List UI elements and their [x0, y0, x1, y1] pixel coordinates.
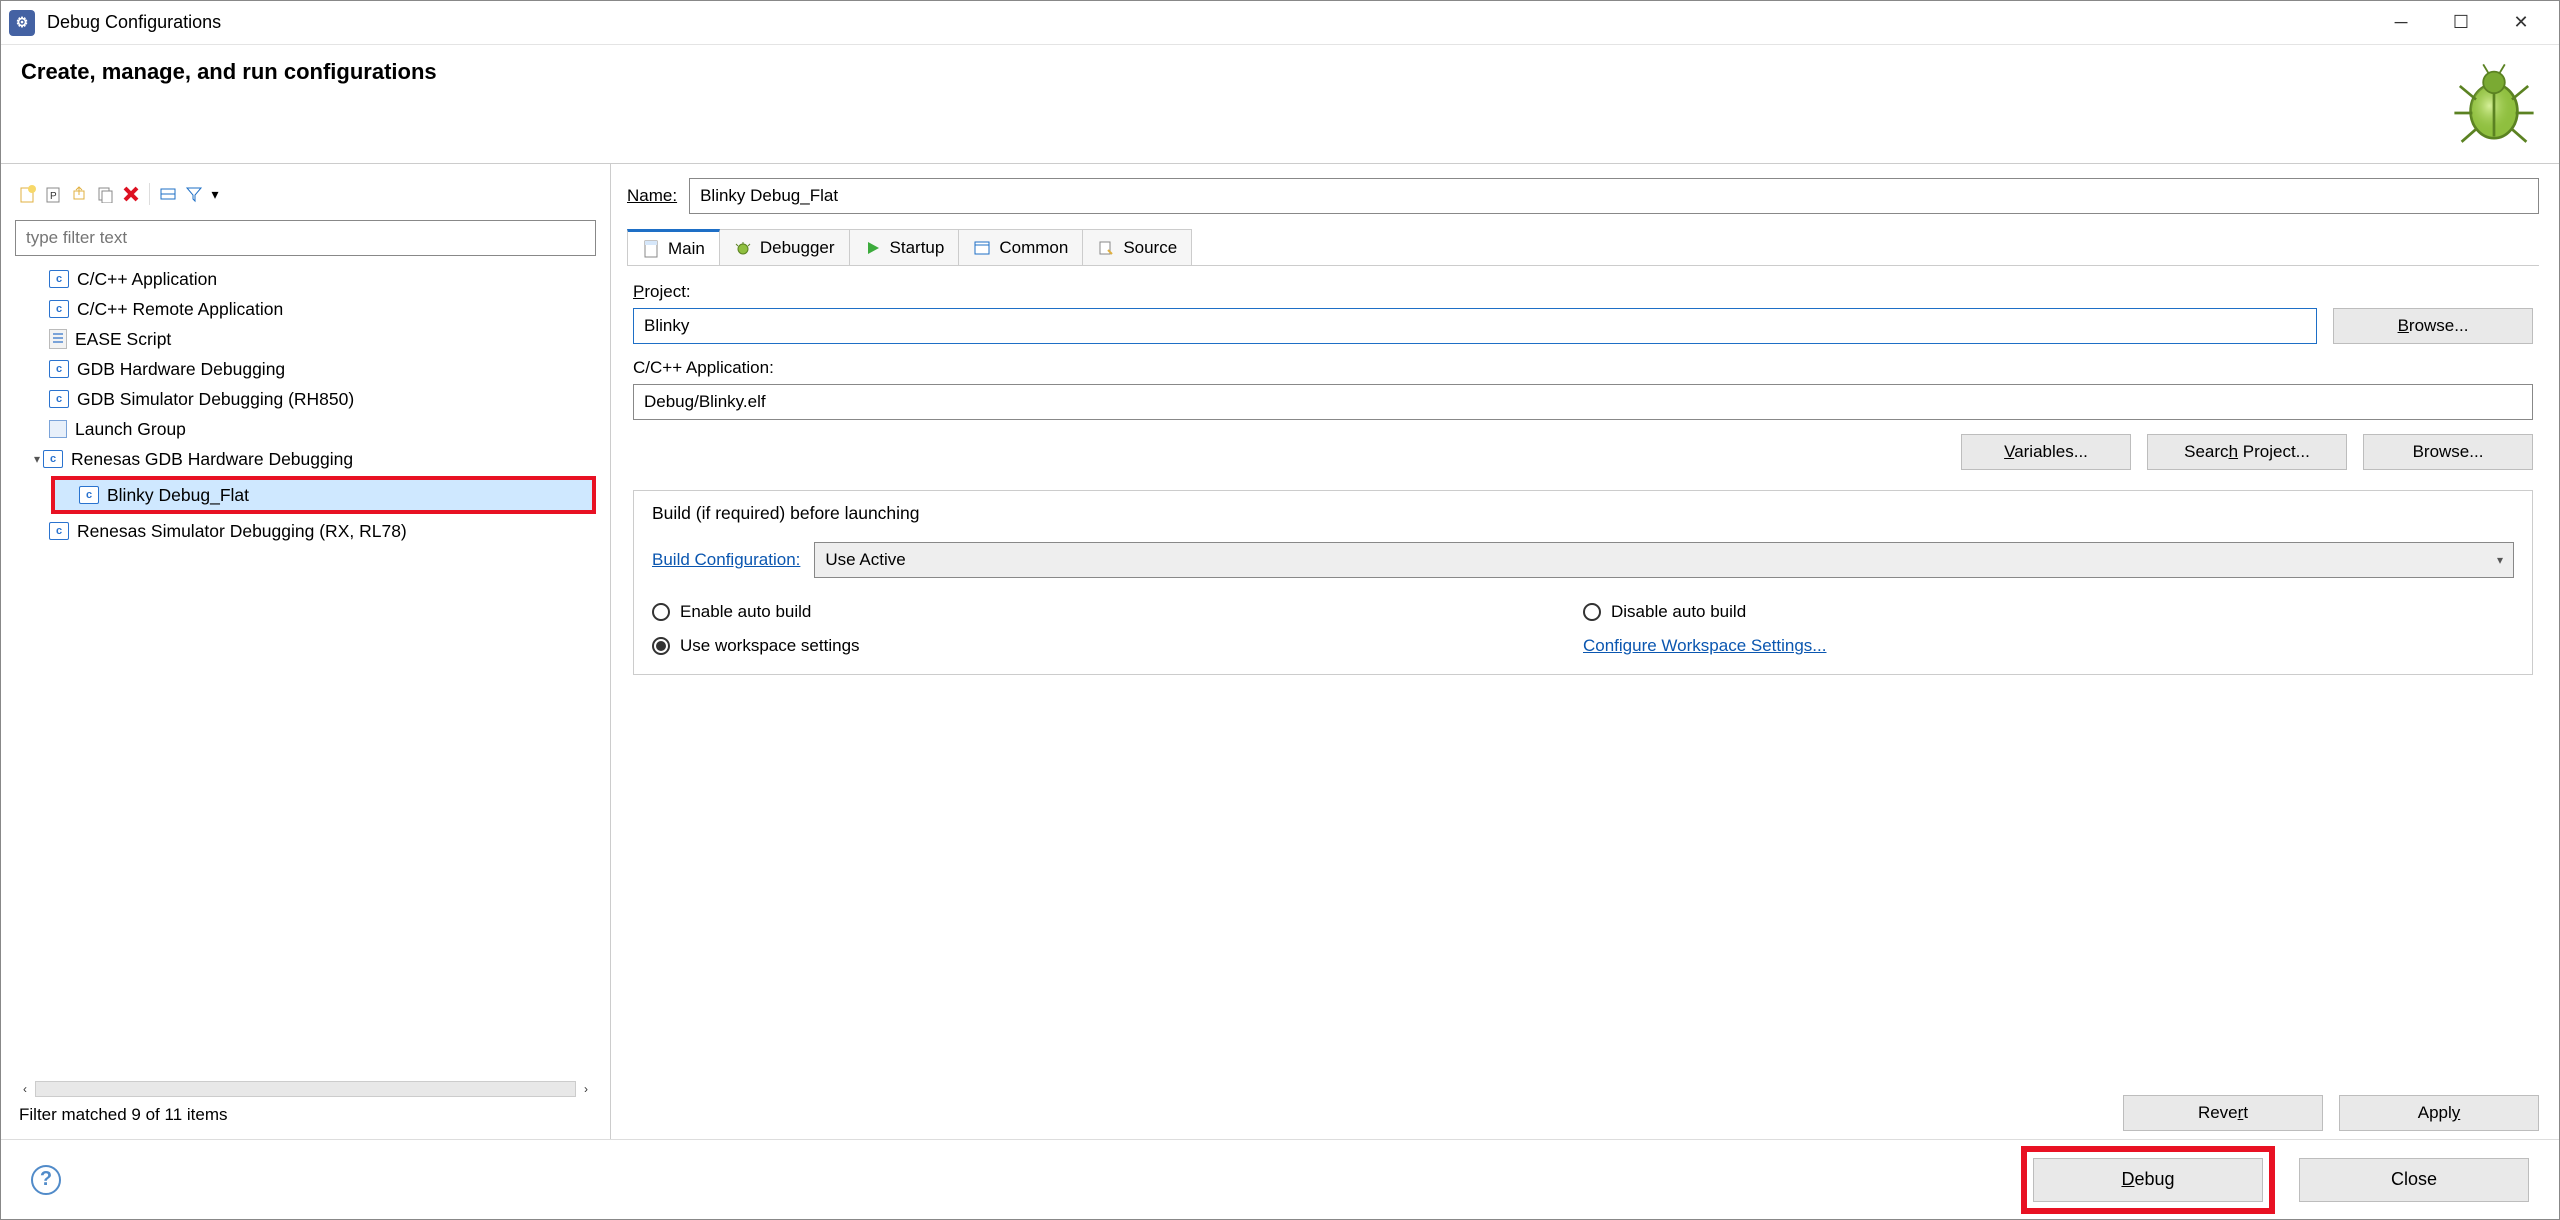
dialog-body: P ▾ cC/C++ Application cC/C++ Remote App… — [1, 164, 2559, 1139]
debug-button[interactable]: Debug — [2033, 1158, 2263, 1202]
collapse-all-button[interactable] — [156, 182, 180, 206]
toolbar-separator — [149, 183, 150, 205]
radio-disable-auto-build[interactable]: Disable auto build — [1583, 602, 2514, 622]
script-icon — [49, 329, 67, 349]
footer: ? Debug Close — [1, 1139, 2559, 1219]
dialog-window: ⚙ Debug Configurations ─ ☐ ✕ Create, man… — [0, 0, 2560, 1220]
filter-button[interactable] — [182, 182, 206, 206]
filter-menu-button[interactable]: ▾ — [208, 182, 222, 206]
tree-item-launch-group[interactable]: Launch Group — [15, 414, 596, 444]
project-input[interactable] — [633, 308, 2317, 344]
tree-item-ease-script[interactable]: EASE Script — [15, 324, 596, 354]
application-label: C/C++ Application: — [633, 358, 2533, 378]
build-config-row: Build Configuration: Use Active ▾ — [652, 542, 2514, 578]
c-icon: c — [49, 300, 69, 318]
export-button[interactable] — [67, 182, 91, 206]
c-icon: c — [49, 390, 69, 408]
config-toolbar: P ▾ — [15, 178, 596, 210]
scroll-right-icon[interactable]: › — [576, 1082, 596, 1096]
tree-item-renesas-gdb[interactable]: ▾cRenesas GDB Hardware Debugging — [15, 444, 596, 474]
browse-application-button[interactable]: Browse... — [2363, 434, 2533, 470]
maximize-button[interactable]: ☐ — [2451, 13, 2471, 33]
revert-button[interactable]: Revert — [2123, 1095, 2323, 1131]
minimize-button[interactable]: ─ — [2391, 13, 2411, 33]
tree-horizontal-scrollbar[interactable]: ‹ › — [15, 1079, 596, 1099]
c-icon: c — [43, 450, 63, 468]
chevron-down-icon: ▾ — [2497, 553, 2503, 567]
name-label: Name: — [627, 186, 677, 206]
tab-main[interactable]: Main — [627, 229, 720, 265]
tree-item-renesas-sim[interactable]: cRenesas Simulator Debugging (RX, RL78) — [15, 516, 596, 546]
window-title: Debug Configurations — [47, 12, 2391, 33]
highlighted-debug-button: Debug — [2021, 1146, 2275, 1214]
filter-input[interactable] — [15, 220, 596, 256]
titlebar: ⚙ Debug Configurations ─ ☐ ✕ — [1, 1, 2559, 45]
tab-startup[interactable]: Startup — [849, 229, 960, 265]
project-label: Project: — [633, 282, 2533, 302]
radio-use-workspace[interactable]: Use workspace settings — [652, 636, 1583, 656]
duplicate-button[interactable] — [93, 182, 117, 206]
build-configuration-select[interactable]: Use Active ▾ — [814, 542, 2514, 578]
tree-item-blinky-flat[interactable]: cBlinky Debug_Flat — [55, 480, 592, 510]
tab-common[interactable]: Common — [958, 229, 1083, 265]
document-icon — [642, 240, 660, 258]
help-icon[interactable]: ? — [31, 1165, 61, 1195]
name-row: Name: — [627, 178, 2539, 214]
radio-enable-auto-build[interactable]: Enable auto build — [652, 602, 1583, 622]
tree-item-cpp-application[interactable]: cC/C++ Application — [15, 264, 596, 294]
search-project-button[interactable]: Search Project... — [2147, 434, 2347, 470]
window-icon — [973, 239, 991, 257]
c-icon: c — [49, 522, 69, 540]
close-window-button[interactable]: ✕ — [2511, 13, 2531, 33]
new-prototype-button[interactable]: P — [41, 182, 65, 206]
config-tree: cC/C++ Application cC/C++ Remote Applica… — [15, 264, 596, 1073]
source-icon — [1097, 239, 1115, 257]
tab-debugger[interactable]: Debugger — [719, 229, 850, 265]
bug-icon — [2449, 59, 2539, 149]
bug-small-icon — [734, 239, 752, 257]
c-icon: c — [79, 486, 99, 504]
browse-project-button[interactable]: Browse... — [2333, 308, 2533, 344]
header: Create, manage, and run configurations — [1, 45, 2559, 164]
scroll-track[interactable] — [35, 1081, 576, 1097]
build-radio-grid: Enable auto build Use workspace settings… — [652, 602, 2514, 656]
footer-buttons: Debug Close — [2021, 1146, 2529, 1214]
c-icon: c — [49, 270, 69, 288]
page-title: Create, manage, and run configurations — [21, 59, 2449, 85]
svg-text:P: P — [50, 191, 57, 202]
tree-item-gdb-sim[interactable]: cGDB Simulator Debugging (RH850) — [15, 384, 596, 414]
name-input[interactable] — [689, 178, 2539, 214]
left-pane: P ▾ cC/C++ Application cC/C++ Remote App… — [1, 164, 611, 1139]
tab-bar: Main Debugger Startup Common Source — [627, 228, 2539, 266]
variables-button[interactable]: Variables... — [1961, 434, 2131, 470]
tab-source[interactable]: Source — [1082, 229, 1192, 265]
application-input[interactable] — [633, 384, 2533, 420]
launch-group-icon — [49, 420, 67, 438]
window-controls: ─ ☐ ✕ — [2391, 13, 2531, 33]
right-pane: Name: Main Debugger Startup Common Sourc… — [611, 164, 2559, 1139]
configure-workspace-link[interactable]: Configure Workspace Settings... — [1583, 636, 2514, 656]
highlighted-tree-item: cBlinky Debug_Flat — [51, 476, 596, 514]
apply-button[interactable]: Apply — [2339, 1095, 2539, 1131]
c-icon: c — [49, 360, 69, 378]
apply-revert-row: Revert Apply — [627, 1085, 2539, 1131]
scroll-left-icon[interactable]: ‹ — [15, 1082, 35, 1096]
tree-item-gdb-hw[interactable]: cGDB Hardware Debugging — [15, 354, 596, 384]
play-icon — [864, 239, 882, 257]
filter-status: Filter matched 9 of 11 items — [15, 1099, 596, 1131]
tab-main-panel: Project: Browse... C/C++ Application: Va… — [627, 266, 2539, 1085]
tree-item-cpp-remote[interactable]: cC/C++ Remote Application — [15, 294, 596, 324]
build-group: Build (if required) before launching Bui… — [633, 490, 2533, 675]
app-icon: ⚙ — [9, 10, 35, 36]
application-button-row: Variables... Search Project... Browse... — [633, 434, 2533, 470]
close-button[interactable]: Close — [2299, 1158, 2529, 1202]
build-configuration-link[interactable]: Build Configuration: — [652, 550, 800, 570]
delete-button[interactable] — [119, 182, 143, 206]
new-config-button[interactable] — [15, 182, 39, 206]
build-group-title: Build (if required) before launching — [652, 503, 2514, 524]
